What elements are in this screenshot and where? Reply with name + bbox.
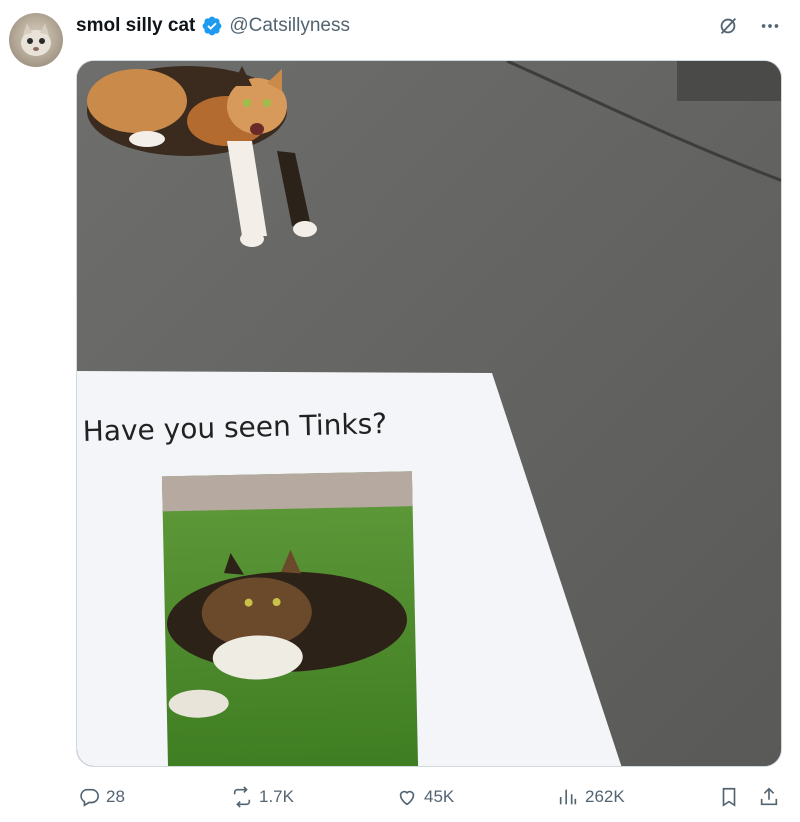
top-icons [716,14,782,38]
view-count: 262K [585,787,625,806]
like-count: 45K [424,787,455,806]
tweet-photo[interactable]: Have you seen Tinks? [76,60,782,767]
views-chart-icon [559,789,577,805]
reply-button[interactable]: 28 [78,786,125,808]
reply-count: 28 [106,787,125,806]
heart-icon [399,790,415,806]
share-icon [760,787,778,806]
reply-icon [80,788,99,807]
bookmark-button[interactable] [718,786,740,808]
share-button[interactable] [758,786,780,808]
repost-icon [233,786,251,808]
user-handle[interactable]: @Catsillyness [229,15,350,37]
views-button[interactable]: 262K [557,786,625,808]
more-icon[interactable] [758,14,782,38]
repost-count: 1.7K [259,787,294,806]
avatar[interactable] [9,13,63,67]
grok-icon[interactable] [716,14,740,38]
poster-photo [161,471,419,766]
tweet-header: smol silly cat @Catsillyness [76,12,350,40]
verified-badge-icon [201,15,223,37]
repost-button[interactable]: 1.7K [231,786,294,808]
like-button[interactable]: 45K [396,786,454,808]
display-name[interactable]: smol silly cat [76,15,195,37]
bookmark-icon [722,787,736,807]
action-bar: 28 1.7K 45K 262K [0,786,800,812]
